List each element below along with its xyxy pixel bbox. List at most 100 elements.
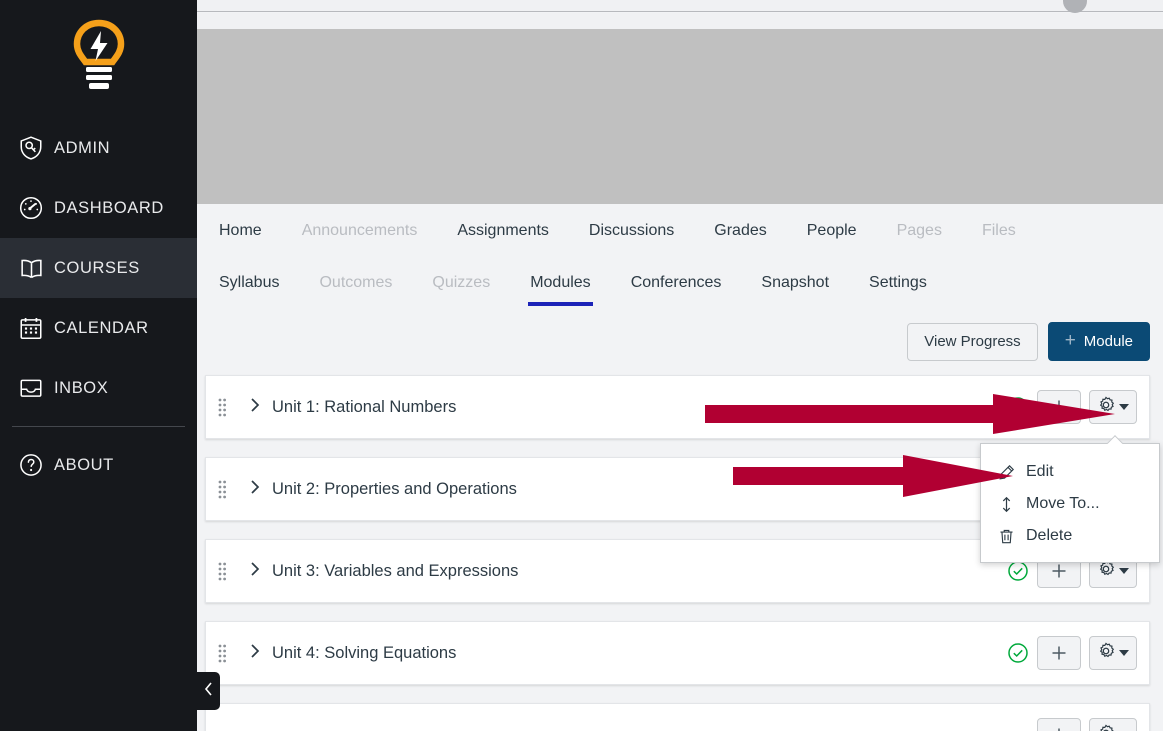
module-row-actions xyxy=(1007,636,1149,670)
add-module-button[interactable]: + Module xyxy=(1047,322,1150,361)
add-item-button[interactable] xyxy=(1037,390,1081,424)
sidebar-item-label: ADMIN xyxy=(54,138,111,157)
sidebar-item-admin[interactable]: ADMIN xyxy=(0,118,197,178)
tab-home[interactable]: Home xyxy=(219,222,284,254)
drag-handle-icon[interactable] xyxy=(206,479,238,499)
module-expand-toggle[interactable] xyxy=(238,395,272,420)
module-row-unit-4[interactable]: Unit 4: Solving Equations xyxy=(205,621,1150,685)
tab-outcomes[interactable]: Outcomes xyxy=(319,274,414,306)
tab-settings[interactable]: Settings xyxy=(869,274,949,306)
tab-label: Settings xyxy=(869,274,927,291)
drag-handle-icon[interactable] xyxy=(206,561,238,581)
sidebar-item-courses[interactable]: COURSES xyxy=(0,238,197,298)
tab-label: Modules xyxy=(530,274,591,291)
module-expand-toggle[interactable] xyxy=(238,641,272,666)
view-progress-button[interactable]: View Progress xyxy=(907,322,1038,361)
module-context-menu: Edit Move To... Delete xyxy=(980,443,1160,563)
tab-label: Syllabus xyxy=(219,274,280,291)
partial-gear-menu-button[interactable] xyxy=(1089,718,1137,731)
global-nav-sidebar: ADMIN DASHBOARD COURSES CALENDAR INBOX A… xyxy=(0,0,197,731)
chevron-right-icon xyxy=(248,477,262,502)
tab-label: Pages xyxy=(896,222,942,239)
sidebar-item-label: ABOUT xyxy=(54,455,114,474)
published-check-icon[interactable] xyxy=(1007,396,1029,418)
tab-modules[interactable]: Modules xyxy=(528,274,612,306)
sidebar-item-label: COURSES xyxy=(54,258,140,277)
chevron-down-icon xyxy=(1119,404,1129,410)
tab-label: People xyxy=(806,222,857,239)
tab-quizzes[interactable]: Quizzes xyxy=(432,274,512,306)
tab-syllabus[interactable]: Syllabus xyxy=(219,274,301,306)
secondary-top-strip xyxy=(197,13,1163,29)
tab-snapshot[interactable]: Snapshot xyxy=(761,274,851,306)
module-expand-toggle[interactable] xyxy=(238,559,272,584)
unit-1-gear-menu-button[interactable] xyxy=(1089,390,1137,424)
module-row-unit-1[interactable]: Unit 1: Rational Numbers xyxy=(205,375,1150,439)
view-progress-label: View Progress xyxy=(924,332,1021,350)
tab-label: Home xyxy=(219,222,262,239)
menu-item-edit[interactable]: Edit xyxy=(981,456,1159,488)
tab-files[interactable]: Files xyxy=(982,222,1038,254)
chevron-down-icon xyxy=(1119,568,1129,574)
tab-conferences[interactable]: Conferences xyxy=(631,274,744,306)
active-tab-underline xyxy=(528,302,593,306)
unit-4-gear-menu-button[interactable] xyxy=(1089,636,1137,670)
tab-label: Conferences xyxy=(630,274,722,291)
sidebar-item-calendar[interactable]: CALENDAR xyxy=(0,298,197,358)
add-item-button[interactable] xyxy=(1037,636,1081,670)
published-check-icon[interactable] xyxy=(1007,642,1029,664)
book-icon xyxy=(8,255,54,282)
tab-label: Assignments xyxy=(457,222,549,239)
menu-item-label: Move To... xyxy=(1026,495,1100,512)
tab-label: Quizzes xyxy=(432,274,491,291)
tab-label: Announcements xyxy=(301,222,418,239)
tab-people[interactable]: People xyxy=(807,222,879,254)
menu-item-label: Delete xyxy=(1026,527,1073,544)
tab-label: Grades xyxy=(714,222,767,239)
tab-label: Snapshot xyxy=(761,274,830,291)
plus-icon: + xyxy=(1064,330,1076,351)
tab-label: Files xyxy=(981,222,1016,239)
gear-icon xyxy=(1097,642,1115,665)
sidebar-collapse-button[interactable] xyxy=(197,672,220,710)
inbox-icon xyxy=(8,375,54,401)
sidebar-item-dashboard[interactable]: DASHBOARD xyxy=(0,178,197,238)
menu-item-move-to[interactable]: Move To... xyxy=(981,488,1159,520)
sidebar-item-label: CALENDAR xyxy=(54,318,149,337)
tab-discussions[interactable]: Discussions xyxy=(589,222,696,254)
module-row-partial[interactable] xyxy=(205,703,1150,731)
module-row-actions xyxy=(1007,390,1149,424)
menu-item-delete[interactable]: Delete xyxy=(981,520,1159,552)
sidebar-divider xyxy=(12,426,185,427)
menu-pointer-arrow xyxy=(1107,435,1123,444)
drag-handle-icon[interactable] xyxy=(206,397,238,417)
avatar[interactable] xyxy=(1063,0,1087,13)
chevron-right-icon xyxy=(248,641,262,666)
tab-pages[interactable]: Pages xyxy=(897,222,964,254)
module-expand-toggle[interactable] xyxy=(238,477,272,502)
gear-icon xyxy=(1097,396,1115,419)
sidebar-item-inbox[interactable]: INBOX xyxy=(0,358,197,418)
add-module-label: Module xyxy=(1083,332,1133,350)
tab-grades[interactable]: Grades xyxy=(714,222,788,254)
module-row-actions xyxy=(1037,718,1149,731)
module-title: Unit 2: Properties and Operations xyxy=(272,479,517,498)
tab-announcements[interactable]: Announcements xyxy=(302,222,440,254)
add-item-button[interactable] xyxy=(1037,718,1081,731)
question-circle-icon xyxy=(8,452,54,478)
module-title: Unit 4: Solving Equations xyxy=(272,643,457,662)
app-logo[interactable] xyxy=(0,0,197,118)
sidebar-item-about[interactable]: ABOUT xyxy=(0,435,197,495)
sidebar-item-label: DASHBOARD xyxy=(54,198,164,217)
chevron-down-icon xyxy=(1119,650,1129,656)
tab-assignments[interactable]: Assignments xyxy=(457,222,571,254)
modules-toolbar: View Progress + Module xyxy=(197,306,1163,361)
trash-icon xyxy=(997,528,1015,545)
published-check-icon[interactable] xyxy=(1007,560,1029,582)
drag-handle-icon[interactable] xyxy=(206,643,238,663)
shield-key-icon xyxy=(8,135,54,161)
menu-item-label: Edit xyxy=(1026,463,1054,480)
chevron-left-icon xyxy=(202,680,215,703)
speedometer-icon xyxy=(8,195,54,221)
